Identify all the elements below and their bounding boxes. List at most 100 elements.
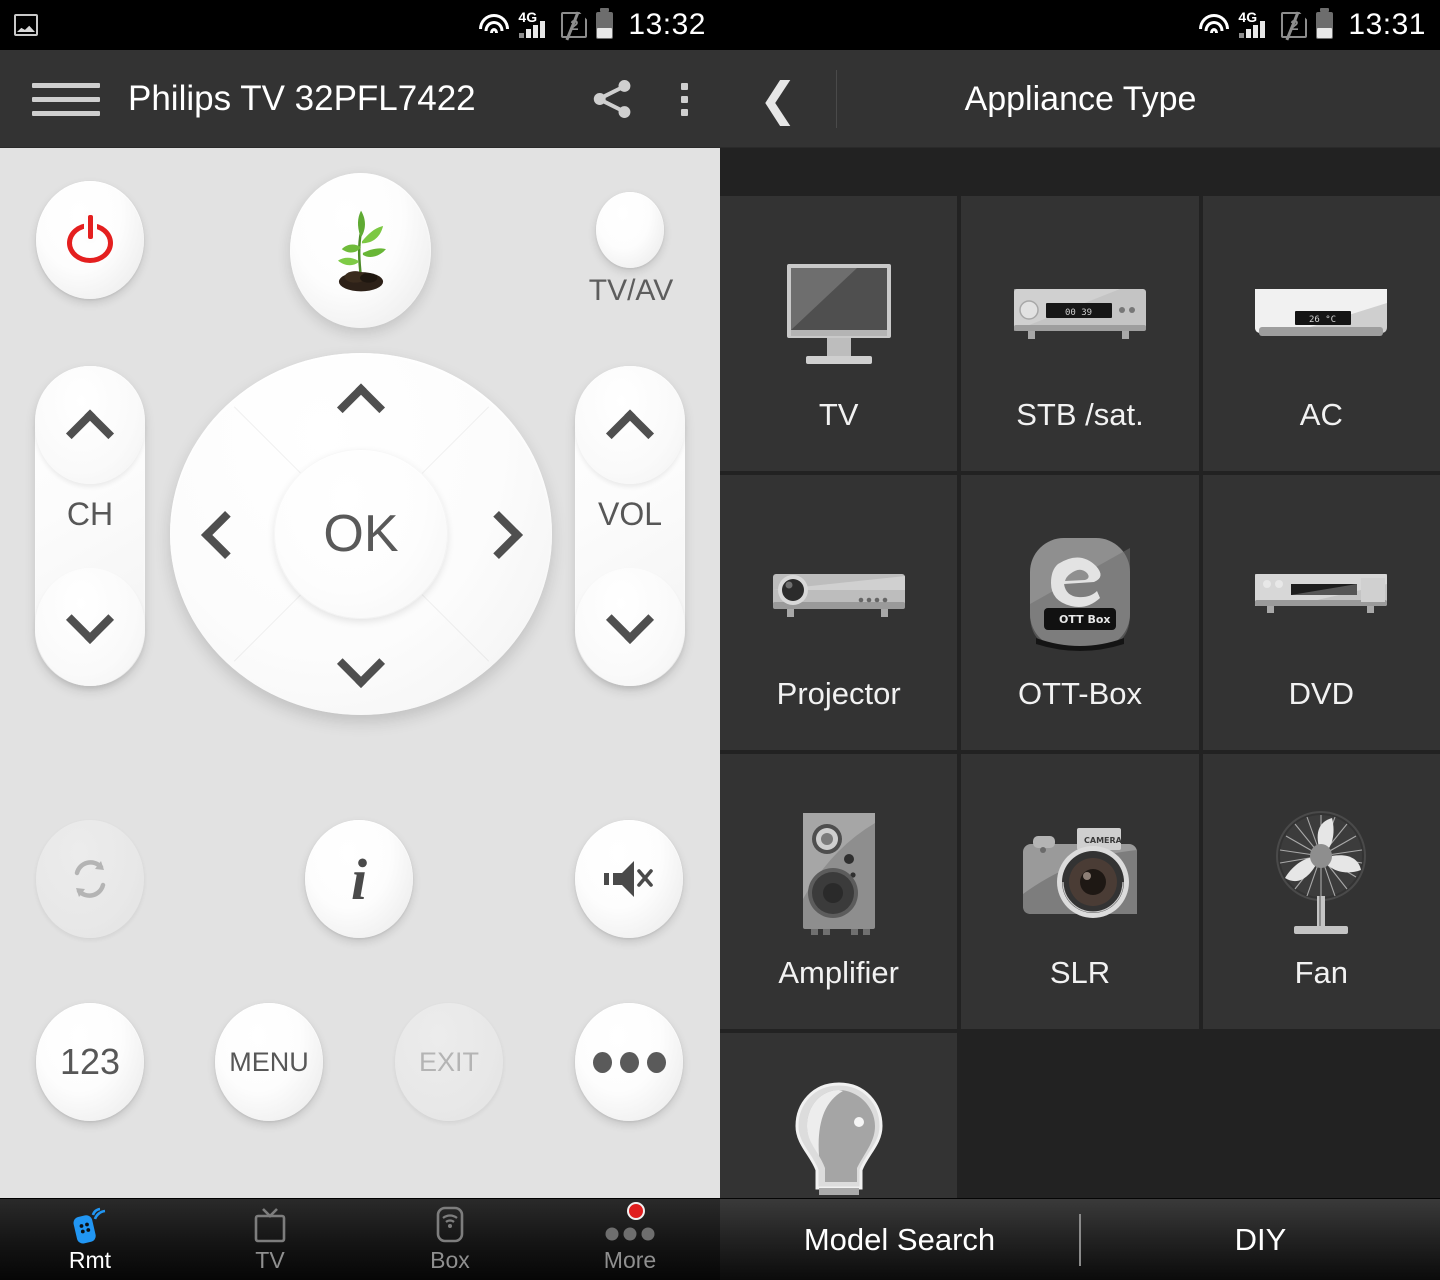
volume-up-button[interactable] [575,366,685,484]
plant-button[interactable] [290,173,431,328]
dpad-left-button[interactable] [182,499,254,571]
appliance-cell-projector[interactable]: Projector [720,475,958,750]
ott-box-icon: OTT Box [1022,517,1138,672]
swap-refresh-button[interactable] [36,820,144,938]
info-button[interactable]: i [305,820,413,938]
chevron-up-icon [336,383,386,432]
dvd-player-icon [1251,517,1391,672]
tab-label-box: Box [430,1246,470,1273]
menu-button[interactable]: MENU [215,1003,323,1121]
channel-rocker: CH [35,366,145,686]
svg-text:CAMERA: CAMERA [1084,836,1123,845]
appliance-cell-empty [961,1033,1199,1202]
exit-button[interactable]: EXIT [395,1003,503,1121]
model-search-button[interactable]: Model Search [720,1222,1079,1258]
appliance-cell-dvd[interactable]: DVD [1202,475,1440,750]
tv-icon [250,1206,290,1244]
channel-label: CH [66,496,114,532]
bottom-tab-bar: Rmt TV Box More [0,1198,720,1280]
power-icon [67,215,113,263]
appliance-label: STB /sat. [1016,397,1144,432]
appliance-cell-ac[interactable]: 26 °C AC [1202,196,1440,471]
speaker-amplifier-icon [791,796,887,951]
set-top-box-icon [433,1206,467,1244]
tab-label-rmt: Rmt [68,1246,112,1273]
svg-text:26 °C: 26 °C [1309,315,1336,325]
more-options-button[interactable] [575,1003,683,1121]
volume-down-button[interactable] [575,568,685,686]
notification-badge [627,1201,645,1220]
svg-text:OTT Box: OTT Box [1059,613,1110,626]
numeric-keypad-button[interactable]: 123 [36,1003,144,1121]
ok-button[interactable]: OK [274,449,448,619]
battery-icon [1316,7,1334,39]
appliance-label: OTT-Box [1017,676,1142,711]
hamburger-menu-icon[interactable] [32,82,100,116]
appliance-cell-light[interactable] [720,1033,958,1202]
back-chevron-icon: ❮ [758,73,798,125]
chevron-down-icon [605,595,655,644]
electric-fan-icon [1266,796,1376,951]
dpad-up-button[interactable] [325,363,397,435]
chevron-up-icon [605,409,655,458]
appliance-cell-amplifier[interactable]: Amplifier [720,754,958,1029]
status-time-left: 13:32 [628,8,706,41]
volume-rocker: VOL [575,366,685,686]
slr-camera-icon: CAMERA [1015,796,1145,951]
channel-up-button[interactable] [35,366,145,484]
appliance-label: DVD [1288,676,1355,711]
directional-pad: OK [170,353,552,715]
chevron-right-icon [474,510,523,560]
air-conditioner-icon: 26 °C [1251,238,1391,393]
appliance-label: SLR [1049,955,1111,990]
volume-label: VOL [597,496,663,532]
mute-button[interactable] [575,820,683,938]
more-dots-icon [603,1201,657,1244]
tv-monitor-icon [774,238,904,393]
app-screen: 4G 2 13:32 Philips TV 32PFL7422 [0,0,1440,1280]
tv-av-button[interactable] [596,192,664,268]
tab-box[interactable]: Box [360,1199,540,1280]
remote-button-area: TV/AV CH VOL OK i 123 MENU EXIT [0,148,720,1200]
power-button[interactable] [36,181,144,299]
projector-icon [769,517,909,672]
appliance-cell-tv[interactable]: TV [720,196,958,471]
chevron-left-icon [201,510,250,560]
tab-label-more: More [603,1246,657,1273]
back-button[interactable]: ❮ [720,76,836,122]
appliance-cell-ott-box[interactable]: OTT Box OTT-Box [961,475,1199,750]
appliance-cell-slr[interactable]: CAMERA SLR [961,754,1199,1029]
appliance-grid: TV 00 39 STB /sat. 26 °C AC Projector OT… [720,148,1440,1202]
signal-bars-icon: 4G [518,9,552,38]
refresh-swap-icon [74,860,106,898]
diy-button[interactable]: DIY [1081,1222,1440,1258]
battery-icon [596,7,614,39]
appliance-label: Fan [1294,955,1349,990]
plant-sprout-icon [337,210,386,291]
gallery-image-icon [14,14,38,36]
dual-sim-icon: 2 [1281,11,1308,41]
remote-panel: 4G 2 13:32 Philips TV 32PFL7422 [0,0,720,1280]
remote-control-icon [73,1206,107,1244]
wifi-icon [1199,13,1230,37]
dpad-right-button[interactable] [470,499,542,571]
channel-down-button[interactable] [35,568,145,686]
mute-speaker-icon [604,861,653,897]
overflow-menu-button[interactable] [648,82,720,116]
dual-sim-icon: 2 [561,11,588,41]
appliance-label: AC [1299,397,1343,432]
share-button[interactable] [576,76,648,122]
appliance-cell-stb[interactable]: 00 39 STB /sat. [961,196,1199,471]
tab-more[interactable]: More [540,1199,720,1280]
appliance-cell-fan[interactable]: Fan [1202,754,1440,1029]
appliance-label: Amplifier [778,955,899,990]
chevron-up-icon [65,409,115,458]
appliance-grid-scroll[interactable]: TV 00 39 STB /sat. 26 °C AC Projector OT… [720,148,1440,1202]
dpad-down-button[interactable] [325,635,397,707]
status-bar-right: 4G 2 13:31 [720,0,1440,50]
chevron-down-icon [65,595,115,644]
tab-rmt[interactable]: Rmt [0,1199,180,1280]
overflow-menu-icon [680,82,688,116]
tab-tv[interactable]: TV [180,1199,360,1280]
app-bar-right: ❮ Appliance Type [720,50,1440,148]
